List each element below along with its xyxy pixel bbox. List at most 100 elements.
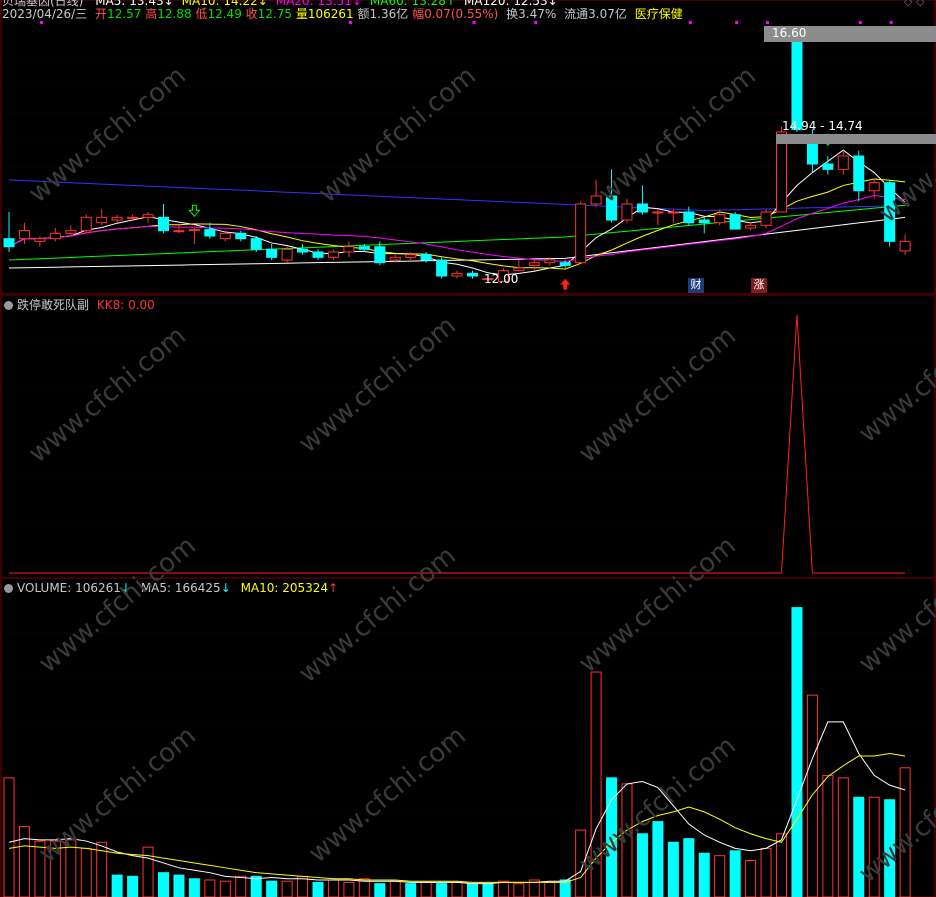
header-quote-row: 2023/04/26/三 开12.57 高12.88 低12.49 收12.75… xyxy=(2,7,683,21)
candle xyxy=(158,204,169,234)
badge-zhang[interactable]: 涨 xyxy=(751,278,767,293)
quote-date: 2023/04/26/三 xyxy=(2,7,88,21)
volume-bar xyxy=(636,833,648,897)
signal-dot xyxy=(534,21,538,24)
volume-bar xyxy=(204,879,216,897)
close-label: 收 xyxy=(245,7,258,21)
signal-dot xyxy=(889,21,893,24)
signal-dot xyxy=(348,21,352,24)
volume-bar xyxy=(667,841,679,897)
max-price-label: 16.60 xyxy=(764,26,936,42)
badge-cai[interactable]: 财 xyxy=(688,278,704,293)
candle xyxy=(204,222,216,239)
volume-bar xyxy=(173,874,185,897)
volume-bar xyxy=(482,883,494,897)
turn-value: 3.47% xyxy=(518,7,557,21)
candle xyxy=(791,35,803,132)
volume-label: VOLUME: 106261 xyxy=(17,581,121,595)
candle xyxy=(297,244,309,255)
high-value: 12.88 xyxy=(157,7,192,21)
volume-bar xyxy=(837,777,849,897)
volume-bar xyxy=(281,880,293,897)
volume-bar xyxy=(111,874,123,897)
signal-dot xyxy=(858,21,862,24)
price-chart[interactable] xyxy=(0,0,936,295)
volume-bar xyxy=(853,796,865,897)
candle xyxy=(513,260,525,272)
open-value: 12.57 xyxy=(107,7,142,21)
float-value: 3.07亿 xyxy=(588,7,627,21)
candle xyxy=(899,234,911,256)
volume-bar xyxy=(18,825,30,897)
sell-arrow-icon xyxy=(188,204,201,218)
volume-bar xyxy=(683,838,695,897)
volume-bar xyxy=(34,840,46,897)
volume-bar xyxy=(760,847,772,897)
candle xyxy=(235,230,247,242)
kk8-label: KK8: 0.00 xyxy=(96,298,155,312)
volume-bar xyxy=(544,881,556,897)
signal-dot xyxy=(39,21,43,24)
candle xyxy=(467,270,478,279)
indicator-title-row: 跌停敢死队副 KK8: 0.00 xyxy=(4,296,155,313)
candle xyxy=(188,228,200,244)
open-label: 开 xyxy=(95,7,108,21)
volume-bar xyxy=(652,821,664,897)
volume-bar xyxy=(884,799,896,897)
candle xyxy=(281,246,293,263)
candle xyxy=(80,214,92,234)
candle xyxy=(760,209,772,228)
sector-label[interactable]: 医疗保健 xyxy=(635,7,683,21)
candle xyxy=(884,180,896,247)
candle xyxy=(652,209,664,226)
volume-bar xyxy=(312,881,324,897)
vol-value: 106261 xyxy=(307,7,354,21)
volume-ma5-label: MA5: 166425 xyxy=(140,581,221,595)
min-price-label: 12.00 xyxy=(484,272,519,286)
signal-dot xyxy=(735,21,739,24)
volume-bar xyxy=(745,860,757,897)
volume-bar xyxy=(806,694,818,897)
volume-bar xyxy=(822,774,834,897)
amt-value: 1.36亿 xyxy=(369,7,409,21)
chg-label: 幅 xyxy=(412,7,425,21)
panel-menu-icon[interactable] xyxy=(4,301,13,310)
volume-bar xyxy=(451,881,463,897)
buy-arrow-icon xyxy=(560,278,571,290)
close-value: 12.75 xyxy=(257,7,293,21)
volume-bar xyxy=(436,883,448,897)
candle xyxy=(729,212,741,230)
volume-ma5-arrow: ↓ xyxy=(220,581,231,595)
volume-bar xyxy=(219,880,231,897)
volume-bar xyxy=(729,850,741,897)
corner-diamond-icon[interactable]: ◇ ◇ xyxy=(904,0,924,9)
candle xyxy=(266,244,278,260)
amt-label: 额 xyxy=(357,7,370,21)
volume-bar xyxy=(327,879,339,897)
volume-bar xyxy=(158,872,169,897)
indicator-title[interactable]: 跌停敢死队副 xyxy=(17,298,89,312)
panel-menu-icon[interactable] xyxy=(4,584,13,593)
volume-bar xyxy=(250,875,262,897)
candle xyxy=(714,209,726,226)
candle xyxy=(636,185,648,215)
candle xyxy=(327,249,339,260)
volume-bar xyxy=(513,883,525,897)
candle xyxy=(49,228,61,242)
volume-chart[interactable] xyxy=(0,578,936,897)
indicator-chart[interactable] xyxy=(0,295,936,578)
range-price-label: 14.94 - 14.74 xyxy=(776,119,936,144)
volume-bar xyxy=(698,852,710,897)
low-label: 低 xyxy=(195,7,208,21)
signal-dot xyxy=(688,21,692,24)
volume-bar xyxy=(235,875,247,897)
volume-bar xyxy=(791,607,803,897)
volume-bar xyxy=(389,880,401,897)
volume-bar xyxy=(420,881,432,897)
candle xyxy=(606,169,618,223)
signal-dot xyxy=(472,21,476,24)
candle xyxy=(575,201,587,264)
vol-label: 量 xyxy=(295,7,308,21)
ma20-line xyxy=(8,195,906,262)
candle xyxy=(853,150,865,202)
